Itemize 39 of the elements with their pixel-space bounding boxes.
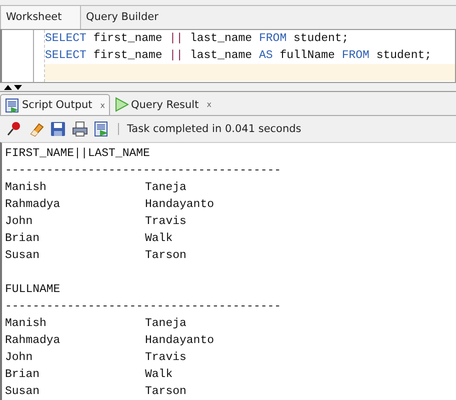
- splitter-arrows-icon[interactable]: [3, 84, 23, 90]
- output-tab[interactable]: Query Result x: [110, 94, 216, 115]
- last-name-text: Walk: [145, 232, 173, 245]
- last-name-text: Taneja: [145, 181, 186, 194]
- last-name-text: Travis: [145, 351, 186, 364]
- first-name-text: John: [5, 350, 34, 366]
- script-icon: [5, 98, 20, 112]
- editor-tab[interactable]: Query Builder: [81, 6, 166, 29]
- column-header: FIRST_NAME||LAST_NAME: [5, 147, 150, 160]
- first-name-text: Brian: [5, 231, 41, 247]
- save-icon[interactable]: [50, 121, 66, 137]
- first-name-text: John: [5, 214, 34, 230]
- editor-tab[interactable]: Worksheet: [0, 6, 81, 29]
- header-rule: ----------------------------------------: [5, 164, 282, 177]
- first-name-text: Susan: [5, 248, 41, 264]
- last-name-text: Handayanto: [145, 334, 214, 347]
- code-line: SELECT first_name || last_name AS fullName FROM student;: [45, 49, 432, 62]
- last-name-text: Travis: [145, 215, 186, 228]
- pin-icon[interactable]: [6, 121, 22, 137]
- last-name-text: Walk: [145, 368, 173, 381]
- first-name-text: Manish: [5, 180, 48, 196]
- first-name-text: Manish: [5, 316, 48, 332]
- last-name-text: Taneja: [145, 317, 186, 330]
- play-icon: [114, 97, 129, 112]
- first-name-text: Rahmadya: [5, 197, 62, 213]
- last-name-text: Handayanto: [145, 198, 214, 211]
- output-tab[interactable]: Script Output x: [0, 94, 110, 115]
- script-icon[interactable]: [94, 121, 110, 137]
- first-name-text: Rahmadya: [5, 333, 62, 349]
- print-icon[interactable]: [72, 121, 88, 137]
- eraser-icon[interactable]: [28, 121, 44, 137]
- header-rule: ----------------------------------------: [5, 300, 282, 313]
- last-name-text: Tarson: [145, 249, 186, 262]
- first-name-text: Susan: [5, 384, 41, 400]
- column-header: FULLNAME: [5, 283, 60, 296]
- first-name-text: Brian: [5, 367, 41, 383]
- status-text: Task completed in 0.041 seconds: [127, 123, 302, 135]
- code-line: SELECT first_name || last_name FROM student;: [45, 32, 349, 45]
- last-name-text: Tarson: [145, 385, 186, 398]
